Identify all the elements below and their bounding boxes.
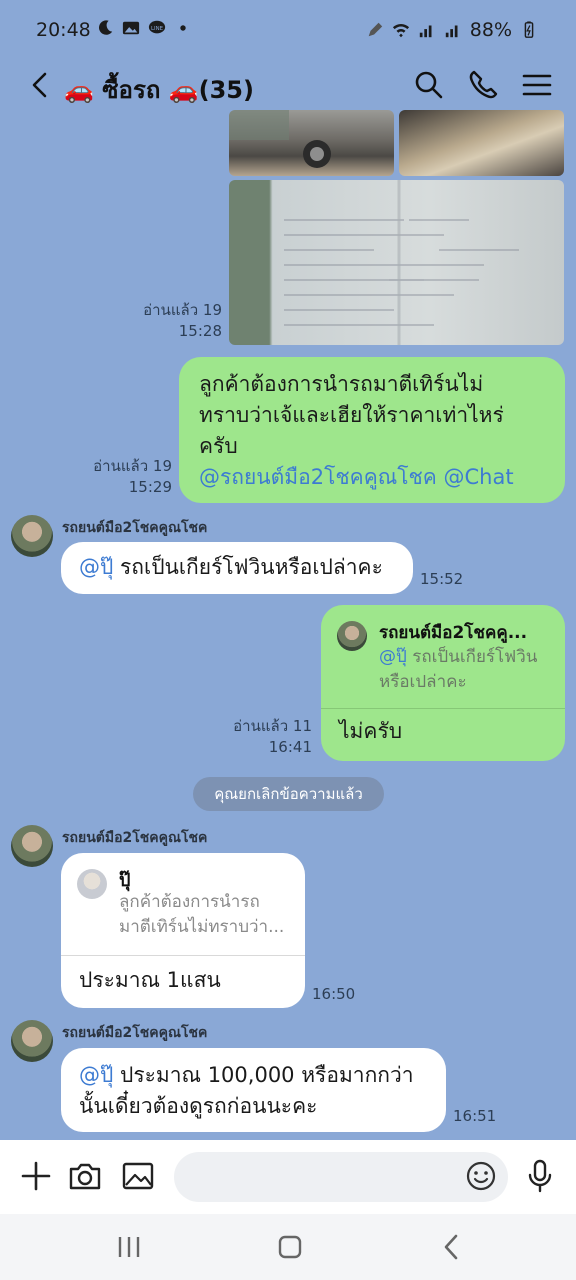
status-time: 20:48 (36, 19, 91, 41)
reply-text: รถเป็นเกียร์โฟวิน (406, 647, 538, 667)
system-unsend-notice: คุณยกเลิกข้อความแล้ว (193, 777, 384, 811)
message-line: ทราบว่าเจ้และเฮียให้ราคาเท่าไหร่ (199, 403, 504, 427)
battery-percent: 88% (469, 19, 512, 41)
read-count: อ่านแล้ว 19 (93, 457, 172, 475)
other-message-bubble[interactable]: @ปุ๊ ประมาณ 100,000 หรือมากกว่า นั้นเดี๋… (61, 1048, 446, 1132)
car-photo-2[interactable] (399, 110, 564, 176)
back-icon[interactable] (24, 68, 58, 102)
message-time: 16:51 (453, 1107, 497, 1125)
phone-icon[interactable] (466, 68, 500, 102)
message-composer (0, 1140, 576, 1214)
status-icons-left: LINE (96, 19, 192, 37)
message-text: ไม่ครับ (339, 719, 403, 743)
recents-icon[interactable] (114, 1232, 144, 1262)
reply-sender: รถยนต์มือ2โชคคู... (379, 623, 528, 643)
search-icon[interactable] (412, 68, 446, 102)
message-body: รถเป็นเกียร์โฟวินหรือเปล่าคะ (113, 555, 383, 579)
status-icons-right: 88% (366, 19, 538, 41)
pen-icon (368, 22, 382, 37)
reply-text: มาตีเทิร์นไม่ทราบว่า... (119, 917, 285, 937)
gallery-icon (122, 21, 140, 35)
message-input[interactable] (174, 1152, 508, 1202)
status-bar: 20:48 LINE 88% (0, 0, 576, 60)
message-body: ประมาณ 100,000 หรือมากกว่า (113, 1063, 414, 1087)
message-line: @ปุ๊ ประมาณ 100,000 หรือมากกว่า (79, 1060, 446, 1091)
image-icon[interactable] (120, 1158, 156, 1194)
message-text: ประมาณ 1แสน (79, 968, 221, 992)
message-line: นั้นเดี๋ยวต้องดูรถก่อนนะคะ (79, 1094, 318, 1118)
read-receipt-2: อ่านแล้ว 19 15:29 (70, 456, 172, 498)
sender-name: รถยนต์มือ2โชคคูณโชค (62, 520, 208, 536)
chat-header: 🚗 ซื้อรถ 🚗(35) (0, 60, 576, 110)
sender-name: รถยนต์มือ2โชคคูณโชค (62, 830, 208, 846)
menu-icon[interactable] (520, 68, 554, 102)
reply-text: ลูกค้าต้องการนำรถ (119, 892, 260, 912)
avatar[interactable] (11, 1020, 53, 1062)
svg-text:LINE: LINE (151, 26, 164, 32)
reply-preview: @ปุ๊ รถเป็นเกียร์โฟวิน หรือเปล่าคะ (379, 645, 537, 695)
document-photo[interactable] (229, 180, 564, 345)
sender-name: รถยนต์มือ2โชคคูณโชค (62, 1025, 208, 1041)
dot-icon (180, 25, 186, 31)
wifi-icon (392, 24, 409, 38)
my-message-bubble[interactable]: ลูกค้าต้องการนำรถมาตีเทิร์นไม่ ทราบว่าเจ… (179, 357, 565, 503)
mention-text[interactable]: @รถยนต์มือ2โชคคูณโชค @Chat (199, 462, 565, 493)
message-time: 16:50 (312, 985, 356, 1003)
message-time: 15:29 (128, 478, 172, 496)
reply-mention: @ปุ๊ (379, 647, 407, 667)
signal-icon (419, 25, 432, 38)
read-count: อ่านแล้ว 11 (233, 717, 312, 735)
line-icon: LINE (148, 20, 166, 34)
system-navbar (0, 1214, 576, 1280)
message-time: 15:52 (420, 570, 464, 588)
reply-avatar (77, 869, 107, 899)
read-receipt-1: อ่านแล้ว 19 15:28 (120, 300, 222, 342)
other-message-bubble[interactable]: @ปุ๊ รถเป็นเกียร์โฟวินหรือเปล่าคะ (61, 542, 413, 594)
moon-icon (99, 20, 113, 35)
message-line: ลูกค้าต้องการนำรถมาตีเทิร์นไม่ (199, 372, 484, 396)
reply-avatar (337, 621, 367, 651)
home-icon[interactable] (275, 1232, 305, 1262)
mention-text[interactable]: @ปุ๊ (79, 555, 113, 579)
signal-icon (445, 25, 458, 38)
battery-icon (524, 21, 534, 38)
mention-text[interactable]: @ปุ๊ (79, 1063, 113, 1087)
my-reply-bubble[interactable]: รถยนต์มือ2โชคคู... @ปุ๊ รถเป็นเกียร์โฟวิ… (321, 605, 565, 761)
message-line: ครับ (199, 434, 238, 458)
message-text: @ปุ๊ รถเป็นเกียร์โฟวินหรือเปล่าคะ (79, 552, 413, 583)
car-photo-1[interactable] (229, 110, 394, 176)
read-count: อ่านแล้ว 19 (143, 301, 222, 319)
avatar[interactable] (11, 515, 53, 557)
nav-back-icon[interactable] (436, 1232, 466, 1262)
reply-text: หรือเปล่าคะ (379, 672, 467, 692)
reply-preview: ลูกค้าต้องการนำรถ มาตีเทิร์นไม่ทราบว่า..… (119, 890, 284, 940)
other-reply-bubble[interactable]: ปุ๊ ลูกค้าต้องการนำรถ มาตีเทิร์นไม่ทราบว… (61, 853, 305, 1008)
avatar[interactable] (11, 825, 53, 867)
camera-icon[interactable] (67, 1158, 103, 1194)
read-receipt-4: อ่านแล้ว 11 16:41 (210, 716, 312, 758)
message-time: 16:41 (268, 738, 312, 756)
plus-icon[interactable] (18, 1158, 54, 1194)
reply-divider (61, 955, 305, 956)
message-time: 15:28 (178, 322, 222, 340)
emoji-icon[interactable] (465, 1160, 497, 1192)
mic-icon[interactable] (522, 1158, 558, 1194)
reply-divider (321, 708, 565, 709)
chat-area[interactable]: อ่านแล้ว 19 15:28 ลูกค้าต้องการนำรถมาตีเ… (0, 110, 576, 1140)
chat-title[interactable]: 🚗 ซื้อรถ 🚗(35) (64, 70, 254, 109)
